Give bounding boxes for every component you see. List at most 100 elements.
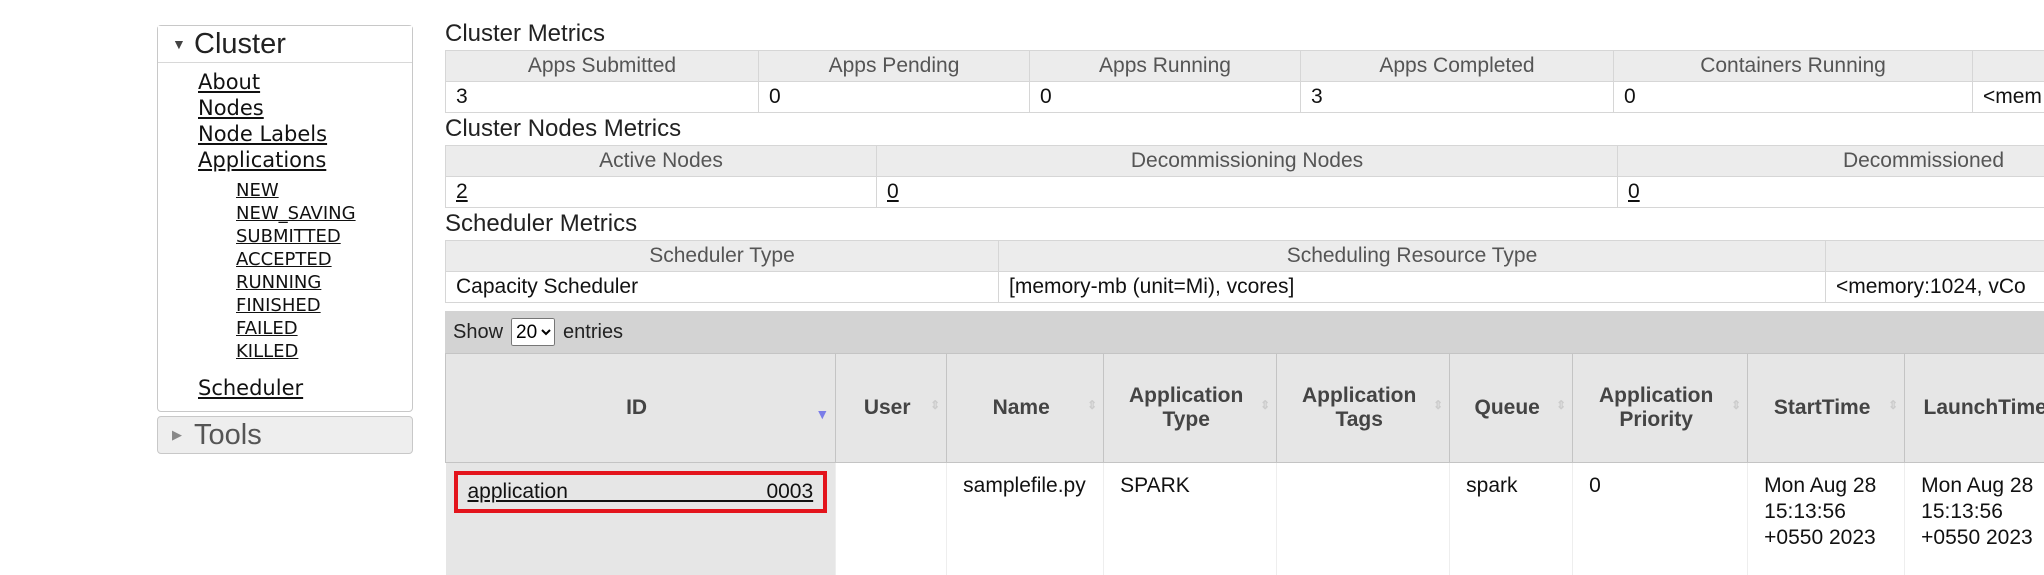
triangle-down-icon: ▼ [172, 36, 186, 52]
col-application-tags[interactable]: Application Tags ⇕ [1276, 353, 1451, 463]
applications-table: ID ▼ User ⇕ Name ⇕ Application Type ⇕ Applic… [445, 353, 2044, 575]
sort-icon: ⇕ [1731, 398, 1742, 412]
nodes-metrics-title: Cluster Nodes Metrics [445, 115, 682, 142]
header-apps-pending: Apps Pending [758, 50, 1030, 82]
triangle-right-icon: ▶ [172, 427, 182, 442]
app-states-list: NEW NEW_SAVING SUBMITTED ACCEPTED RUNNIN… [198, 173, 412, 375]
nav-link-state-running[interactable]: RUNNING [236, 271, 412, 294]
nodes-metrics-table: Active Nodes Decommissioning Nodes Decom… [445, 145, 2044, 208]
header-apps-running: Apps Running [1029, 50, 1301, 82]
cell-user [835, 462, 948, 575]
cluster-section-header[interactable]: ▼ Cluster [158, 26, 412, 63]
col-application-priority-label: Application Priority [1599, 384, 1714, 431]
nav-link-state-new-saving[interactable]: NEW_SAVING [236, 202, 412, 225]
sort-icon: ⇕ [1260, 398, 1271, 412]
entries-toolbar: Show 20 entries [445, 311, 2044, 353]
scheduler-metrics-table: Scheduler Type Scheduling Resource Type … [445, 240, 2044, 303]
value-scheduling-resource-type: [memory-mb (unit=Mi), vcores] [998, 271, 1826, 303]
col-launch-time[interactable]: LaunchTime⇕ [1904, 353, 2044, 463]
entries-label: entries [563, 320, 624, 343]
show-label: Show [453, 320, 504, 343]
header-active-nodes: Active Nodes [445, 145, 877, 177]
value-apps-submitted: 3 [445, 81, 759, 113]
col-queue-label: Queue [1474, 396, 1540, 419]
col-start-time-label: StartTime [1773, 396, 1871, 419]
col-queue[interactable]: Queue ⇕ [1449, 353, 1574, 463]
main-content: Cluster Metrics Apps Submitted Apps Pend… [445, 18, 2044, 575]
active-nodes-cell: 2 [445, 176, 877, 208]
value-containers-running: 0 [1613, 81, 1973, 113]
nav-link-about[interactable]: About [198, 69, 412, 95]
cluster-section-title: Cluster [194, 27, 286, 60]
cell-application-tags [1276, 462, 1451, 575]
sort-icon: ⇕ [930, 398, 941, 412]
nav-link-applications[interactable]: Applications [198, 147, 412, 173]
value-minimum-allocation: <memory:1024, vCo [1825, 271, 2044, 303]
col-name[interactable]: Name ⇕ [946, 353, 1105, 463]
cell-name: samplefile.py [946, 462, 1105, 575]
header-memory-used [1972, 50, 2044, 82]
value-apps-running: 0 [1029, 81, 1301, 113]
col-application-tags-label: Application Tags [1302, 384, 1417, 431]
cell-queue: spark [1449, 462, 1574, 575]
header-apps-completed: Apps Completed [1300, 50, 1614, 82]
header-decommissioned-nodes: Decommissioned [1617, 145, 2044, 177]
sort-icon: ⇕ [1888, 398, 1899, 412]
header-minimum-allocation [1825, 240, 2044, 272]
nav-link-node-labels[interactable]: Node Labels [198, 121, 412, 147]
col-name-label: Name [992, 396, 1050, 419]
cluster-metrics-title: Cluster Metrics [445, 20, 606, 47]
scheduler-metrics-title: Scheduler Metrics [445, 210, 638, 237]
nav-link-state-killed[interactable]: KILLED [236, 340, 412, 363]
cell-application-type: SPARK [1103, 462, 1278, 575]
cluster-section: ▼ Cluster About Nodes Node Labels Applic… [157, 25, 413, 412]
header-decommissioning-nodes: Decommissioning Nodes [876, 145, 1618, 177]
cluster-metrics-table: Apps Submitted Apps Pending Apps Running… [445, 50, 2044, 113]
tools-section-title: Tools [194, 418, 262, 451]
cell-start-time: Mon Aug 28 15:13:56 +0550 2023 [1747, 462, 1906, 575]
nav-link-state-finished[interactable]: FINISHED [236, 294, 412, 317]
decommissioning-nodes-cell: 0 [876, 176, 1618, 208]
tools-section-header[interactable]: ▶ Tools [157, 416, 413, 454]
cluster-nav: About Nodes Node Labels Applications NEW… [158, 63, 412, 411]
col-id-label: ID [626, 396, 648, 419]
nav-link-state-failed[interactable]: FAILED [236, 317, 412, 340]
header-apps-submitted: Apps Submitted [445, 50, 759, 82]
value-apps-completed: 3 [1300, 81, 1614, 113]
value-apps-pending: 0 [758, 81, 1030, 113]
link-active-nodes[interactable]: 2 [456, 180, 468, 203]
sort-icon: ⇕ [1433, 398, 1444, 412]
sidebar: ▼ Cluster About Nodes Node Labels Applic… [157, 25, 413, 454]
nav-link-state-accepted[interactable]: ACCEPTED [236, 248, 412, 271]
cell-launch-time: Mon Aug 28 15:13:56 +0550 2023 [1904, 462, 2044, 575]
applications-panel: Show 20 entries ID ▼ User ⇕ Name ⇕ Applicat… [445, 311, 2044, 575]
link-decommissioning-nodes[interactable]: 0 [887, 180, 899, 203]
cell-id: application_________________0003 [445, 462, 837, 575]
header-containers-running: Containers Running [1613, 50, 1973, 82]
link-application-id[interactable]: application_________________0003 [468, 480, 814, 503]
sort-icon: ⇕ [1556, 398, 1567, 412]
table-row: application_________________0003 samplef… [445, 462, 2044, 575]
col-user-label: User [863, 396, 911, 419]
sort-icon: ⇕ [1087, 398, 1098, 412]
col-application-priority[interactable]: Application Priority ⇕ [1572, 353, 1749, 463]
col-application-type[interactable]: Application Type ⇕ [1103, 353, 1278, 463]
header-scheduling-resource-type: Scheduling Resource Type [998, 240, 1826, 272]
value-scheduler-type: Capacity Scheduler [445, 271, 999, 303]
header-scheduler-type: Scheduler Type [445, 240, 999, 272]
col-user[interactable]: User ⇕ [835, 353, 948, 463]
col-application-type-label: Application Type [1129, 384, 1244, 431]
cell-application-priority: 0 [1572, 462, 1749, 575]
col-start-time[interactable]: StartTime ⇕ [1747, 353, 1906, 463]
nav-link-scheduler[interactable]: Scheduler [198, 375, 412, 401]
col-id[interactable]: ID ▼ [445, 353, 837, 463]
nav-link-state-submitted[interactable]: SUBMITTED [236, 225, 412, 248]
link-decommissioned-nodes[interactable]: 0 [1628, 180, 1640, 203]
decommissioned-nodes-cell: 0 [1617, 176, 2044, 208]
value-memory-used: <mem [1972, 81, 2044, 113]
col-launch-time-label: LaunchTime [1923, 396, 2044, 419]
entries-select[interactable]: 20 [511, 318, 556, 346]
nav-link-state-new[interactable]: NEW [236, 179, 412, 202]
sort-desc-icon: ▼ [815, 406, 830, 422]
nav-link-nodes[interactable]: Nodes [198, 95, 412, 121]
